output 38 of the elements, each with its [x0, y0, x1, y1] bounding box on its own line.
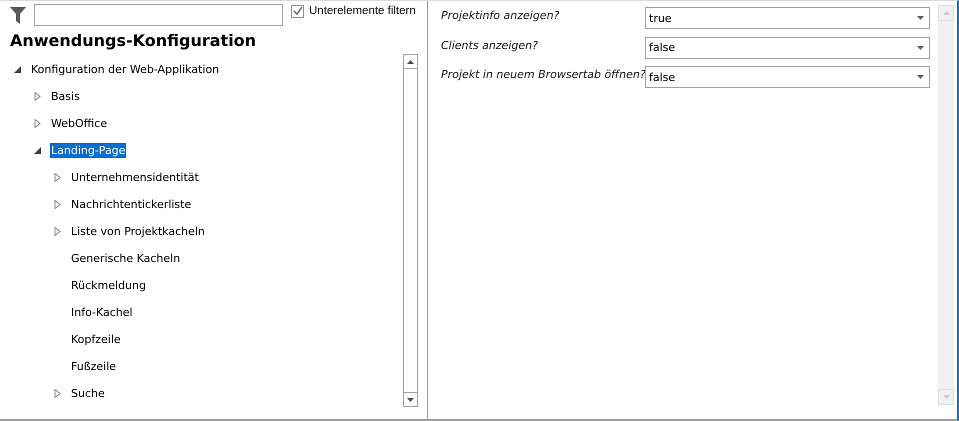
tree-item[interactable]: WebOffice [50, 116, 108, 131]
collapsed-arrow-icon[interactable] [34, 92, 41, 101]
filter-icon [10, 6, 26, 24]
expanded-arrow-icon[interactable] [14, 66, 21, 73]
caret-icon[interactable] [917, 75, 924, 79]
tree-item[interactable]: Konfiguration der Web-Applikation [30, 62, 220, 77]
tree-item[interactable]: Basis [50, 89, 81, 104]
scrollbar[interactable] [403, 54, 418, 407]
checkbox-label: Unterelemente filtern [309, 5, 416, 18]
property-label: Clients anzeigen? [441, 38, 539, 54]
tree-item[interactable]: Rückmeldung [70, 278, 147, 293]
tree-item[interactable]: Unternehmensidentität [70, 170, 200, 185]
caret-icon[interactable] [917, 46, 924, 50]
collapsed-arrow-icon[interactable] [54, 200, 61, 209]
scroll-up-icon[interactable] [407, 60, 414, 64]
checkbox[interactable] [291, 4, 304, 18]
collapsed-arrow-icon[interactable] [54, 173, 61, 182]
expanded-arrow-icon[interactable] [34, 147, 41, 154]
tree-item[interactable]: Kopfzeile [70, 332, 122, 347]
tree-item[interactable]: Info-Kachel [70, 305, 134, 320]
property-label: Projektinfo anzeigen? [441, 8, 560, 24]
tree-item[interactable]: Liste von Projektkacheln [70, 224, 206, 239]
dropdown[interactable]: false [645, 36, 930, 58]
caret-icon[interactable] [917, 16, 924, 20]
scroll-down-icon[interactable] [407, 398, 414, 402]
collapsed-arrow-icon[interactable] [54, 227, 61, 236]
tree-item[interactable]: Generische Kacheln [70, 251, 182, 266]
tree-item[interactable]: Nachrichtentickerliste [70, 197, 192, 212]
tree-item[interactable]: Fußzeile [70, 359, 118, 374]
panel-title: Anwendungs-Konfiguration [9, 30, 258, 52]
tree-item[interactable]: Suche [70, 386, 106, 401]
collapsed-arrow-icon[interactable] [34, 119, 41, 128]
property-label: Projekt in neuem Browsertab öffnen? [441, 67, 645, 83]
dropdown[interactable]: true [645, 7, 930, 29]
tree-item[interactable]: Landing-Page [50, 143, 126, 158]
search-field[interactable] [34, 4, 283, 26]
collapsed-arrow-icon[interactable] [54, 389, 61, 398]
dropdown[interactable]: false [645, 66, 930, 88]
